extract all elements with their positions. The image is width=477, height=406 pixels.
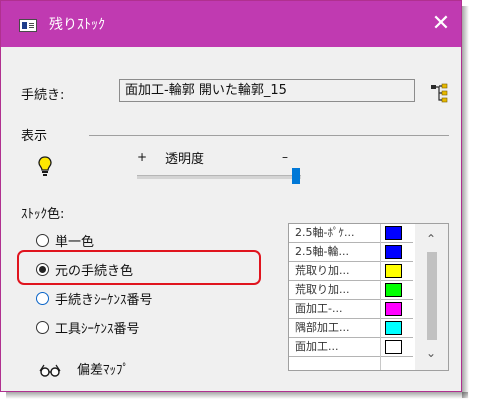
list-item-color-swatch[interactable] (385, 321, 402, 335)
opacity-minus: – (282, 150, 288, 164)
lightbulb-icon[interactable] (37, 155, 53, 177)
scroll-down-icon[interactable]: ⌄ (423, 346, 439, 360)
procedure-color-list[interactable]: 2.5軸-ﾎﾟｹ... 2.5軸-輪... 荒取り加... 荒取り加... 面加… (288, 223, 449, 371)
list-item-color-swatch[interactable] (385, 302, 402, 316)
list-item-color-swatch[interactable] (385, 283, 402, 297)
list-item-name: 2.5軸-輪... (295, 245, 349, 258)
radio-single-color[interactable] (36, 234, 49, 247)
list-item-name: 面加工... (295, 340, 339, 353)
list-item[interactable]: 面加工... (289, 338, 413, 357)
close-button[interactable]: ✕ (428, 11, 454, 37)
radio-procedure-sequence[interactable] (36, 292, 49, 305)
list-item[interactable]: 荒取り加... (289, 262, 413, 281)
radio-tool-sequence-label[interactable]: 工具ｼｰｹﾝｽ番号 (55, 318, 140, 337)
procedure-field[interactable]: 面加工-輪郭 開いた輪郭_15 (119, 79, 415, 102)
list-item[interactable]: 面加工-... (289, 300, 413, 319)
glasses-icon[interactable] (39, 363, 61, 377)
list-item-name: 2.5軸-ﾎﾟｹ... (295, 226, 355, 239)
opacity-plus: + (137, 150, 148, 164)
deviation-map-label[interactable]: 偏差ﾏｯﾌﾟ (77, 359, 129, 378)
opacity-slider-thumb[interactable] (292, 168, 300, 184)
list-item-name: 荒取り加... (295, 283, 350, 296)
list-item-name: 荒取り加... (295, 264, 350, 277)
list-item-color-swatch[interactable] (385, 245, 402, 259)
list-item[interactable]: 荒取り加... (289, 281, 413, 300)
list-item-name: 隅部加工... (295, 321, 350, 334)
opacity-label: 透明度 (165, 152, 205, 167)
list-item[interactable]: 隅部加工... (289, 319, 413, 338)
list-scrollbar[interactable]: ⌃ ⌄ (415, 224, 448, 370)
list-item[interactable]: 2.5軸-輪... (289, 243, 413, 262)
section-divider (89, 135, 449, 136)
list-item-name: 面加工-... (295, 302, 343, 315)
residual-stock-dialog: 残りｽﾄｯｸ ✕ 手続き: 面加工-輪郭 開いた輪郭_15 表示 + 透明度 –… (0, 0, 462, 392)
window-icon (19, 19, 37, 32)
display-section-label: 表示 (21, 129, 48, 144)
selection-highlight-box (17, 250, 261, 285)
title-bar[interactable]: 残りｽﾄｯｸ ✕ (1, 1, 461, 47)
opacity-slider-track[interactable] (137, 175, 301, 179)
list-item-color-swatch[interactable] (385, 340, 402, 354)
tree-structure-icon[interactable] (429, 82, 451, 104)
scrollbar-thumb[interactable] (427, 252, 437, 340)
stock-color-label: ｽﾄｯｸ色: (21, 207, 65, 222)
radio-procedure-sequence-label[interactable]: 手続きｼｰｹﾝｽ番号 (55, 289, 153, 308)
list-item-color-swatch[interactable] (385, 264, 402, 278)
procedure-label: 手続き: (21, 88, 65, 103)
list-item-color-swatch[interactable] (385, 226, 402, 240)
radio-tool-sequence[interactable] (36, 321, 49, 334)
column-divider (380, 224, 381, 370)
window-title: 残りｽﾄｯｸ (49, 17, 105, 33)
radio-single-color-label[interactable]: 単一色 (55, 231, 94, 250)
scroll-up-icon[interactable]: ⌃ (423, 232, 439, 246)
list-item[interactable]: 2.5軸-ﾎﾟｹ... (289, 224, 413, 243)
